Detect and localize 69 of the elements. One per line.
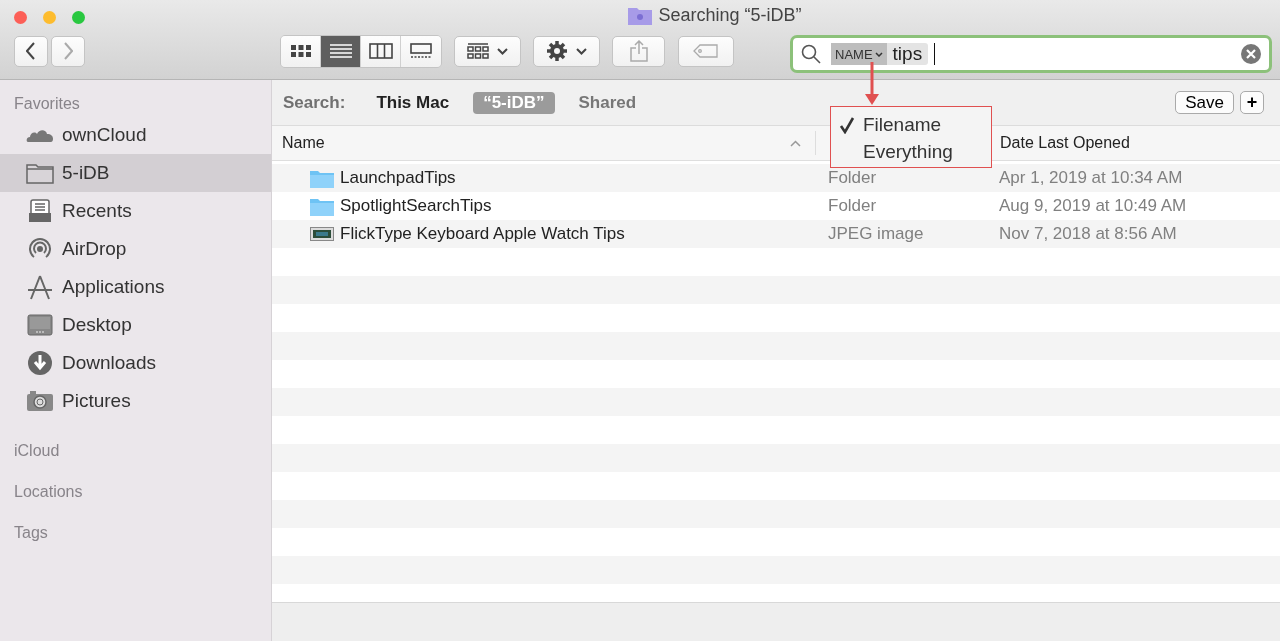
menu-item[interactable]: Filename [831, 111, 942, 138]
cloud-icon [26, 127, 54, 143]
chevron-left-icon [26, 42, 36, 60]
chevron-down-icon [576, 47, 587, 55]
sidebar-item[interactable]: Applications [0, 268, 271, 306]
window-title: Searching “5-iDB” [658, 5, 802, 26]
column-header[interactable]: Date Last Opened [990, 134, 1130, 152]
folder-icon [310, 196, 334, 216]
date-cell: Nov 7, 2018 at 8:56 AM [999, 224, 1177, 244]
name-token[interactable]: NAME [831, 43, 887, 65]
kind-cell-text: Folder [827, 168, 878, 188]
close-button[interactable] [14, 10, 27, 24]
sidebar-item[interactable]: ownCloud [0, 116, 271, 154]
search-field[interactable]: NAME tips [790, 35, 1272, 73]
add-button[interactable]: + [1240, 91, 1264, 114]
folder-icon [26, 162, 54, 184]
column-header[interactable]: Name [272, 131, 816, 155]
kind-cell-text: Folder [827, 196, 878, 216]
tray-icon [28, 199, 52, 223]
folder-icon [310, 168, 334, 188]
group-button[interactable] [454, 35, 521, 67]
search-token-text: tips [891, 43, 924, 65]
sidebar-section-header: iCloud [13, 441, 61, 461]
column-view-icon [368, 43, 393, 59]
search-icon [801, 44, 821, 64]
gear-icon [546, 40, 568, 62]
action-button[interactable] [533, 35, 600, 67]
sidebar-section-header: Tags [13, 523, 49, 543]
date-cell: Apr 1, 2019 at 10:34 AM [999, 168, 1183, 188]
annotation-arrow [864, 62, 880, 106]
download-icon [27, 350, 53, 376]
icon-view-icon [289, 44, 312, 58]
sidebar-item[interactable]: AirDrop [0, 230, 271, 268]
sidebar-item[interactable]: Desktop [0, 306, 271, 344]
search-scope-label: Search: [283, 92, 346, 113]
date-cell: Aug 9, 2019 at 10:49 AM [999, 196, 1187, 216]
applications-icon [26, 274, 54, 300]
menu-item[interactable]: Everything [831, 138, 953, 165]
file-name-cell[interactable]: FlickType Keyboard Apple Watch Tips [272, 224, 816, 244]
clear-icon[interactable] [1241, 44, 1261, 64]
file-name-cell[interactable]: LaunchpadTips [272, 168, 816, 188]
sidebar-item[interactable]: Recents [0, 192, 271, 230]
scope-option[interactable]: This Mac [366, 91, 460, 114]
sidebar-item[interactable]: Pictures [0, 382, 271, 420]
view-mode-button[interactable] [281, 35, 321, 67]
view-mode-button[interactable] [321, 35, 361, 67]
grid-icon [467, 43, 489, 59]
view-mode-button[interactable] [401, 35, 441, 67]
chevron-down-icon [497, 47, 508, 55]
view-mode-button[interactable] [361, 35, 401, 67]
desktop-icon [27, 314, 53, 336]
sidebar-item[interactable]: Downloads [0, 344, 271, 382]
gallery-view-icon [409, 43, 433, 59]
folder-icon [628, 6, 653, 25]
back-button[interactable] [14, 35, 48, 67]
tag-icon [693, 44, 719, 58]
kind-cell-text: JPEG image [827, 224, 925, 244]
sidebar-section-header: Locations [13, 482, 84, 502]
view-mode-control[interactable] [280, 34, 442, 68]
file-name-cell[interactable]: SpotlightSearchTips [272, 196, 816, 216]
list-view-icon [328, 43, 353, 59]
image-file-icon [310, 227, 334, 241]
share-icon [629, 40, 648, 62]
chevron-right-icon [63, 42, 73, 60]
chevron-down-icon [874, 51, 883, 57]
camera-icon [26, 390, 54, 412]
sidebar-section-header: Favorites [13, 94, 81, 114]
save-button[interactable]: Save [1175, 91, 1234, 114]
sidebar-item[interactable]: 5-iDB [0, 154, 271, 192]
